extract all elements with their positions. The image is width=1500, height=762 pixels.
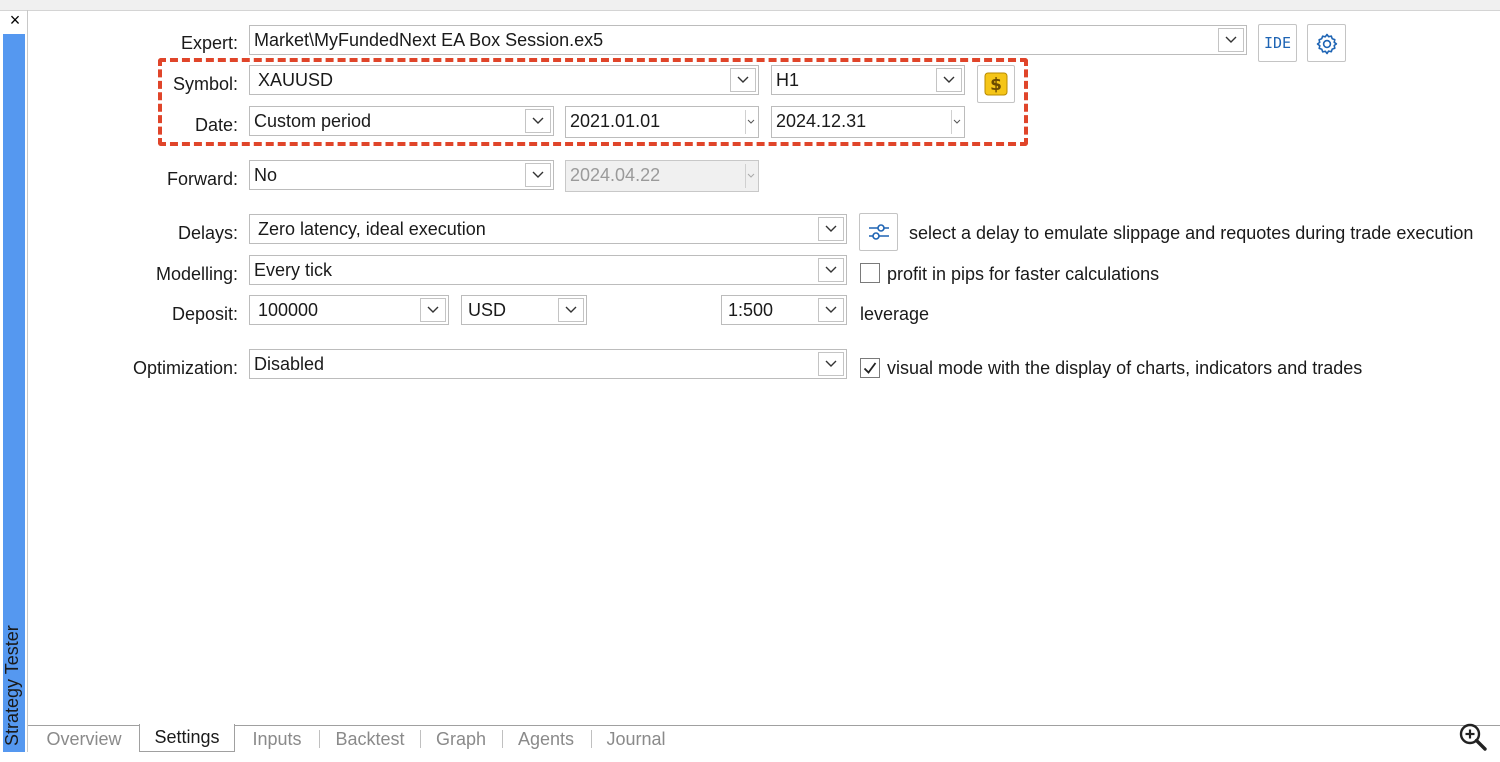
visual-mode-label: visual mode with the display of charts, … bbox=[887, 358, 1363, 378]
chevron-down-icon[interactable] bbox=[818, 258, 844, 282]
date-picker-chevron-icon bbox=[745, 164, 756, 188]
profit-pips-checkbox[interactable] bbox=[860, 263, 880, 283]
currency-value: USD bbox=[468, 300, 507, 320]
modelling-value: Every tick bbox=[254, 260, 333, 280]
tab-separator bbox=[420, 730, 421, 748]
delays-value: Zero latency, ideal execution bbox=[258, 219, 486, 239]
zoom-in-icon[interactable] bbox=[1458, 722, 1488, 752]
leverage-select[interactable]: 1:500 bbox=[721, 295, 847, 325]
sliders-icon bbox=[869, 224, 889, 240]
ide-label: IDE bbox=[1263, 34, 1292, 52]
expert-value: Market\MyFundedNext EA Box Session.ex5 bbox=[254, 30, 604, 50]
chevron-down-icon[interactable] bbox=[420, 298, 446, 322]
side-panel-title: Strategy Tester bbox=[2, 625, 22, 746]
delays-label: Delays: bbox=[177, 223, 238, 243]
forward-label: Forward: bbox=[166, 169, 238, 189]
highlight-annotation bbox=[158, 58, 1028, 146]
checkmark-icon bbox=[863, 362, 877, 374]
leverage-value: 1:500 bbox=[728, 300, 774, 320]
chevron-down-icon[interactable] bbox=[818, 352, 844, 376]
deposit-amount-value: 100000 bbox=[258, 300, 319, 320]
gear-icon bbox=[1316, 33, 1338, 55]
chevron-down-icon[interactable] bbox=[818, 217, 844, 241]
deposit-label: Deposit: bbox=[171, 304, 238, 324]
profit-pips-label: profit in pips for faster calculations bbox=[887, 264, 1160, 284]
expert-settings-button[interactable] bbox=[1307, 24, 1346, 62]
expert-select[interactable]: Market\MyFundedNext EA Box Session.ex5 bbox=[249, 25, 1247, 55]
chevron-down-icon[interactable] bbox=[558, 298, 584, 322]
forward-date-value: 2024.04.22 bbox=[570, 165, 661, 185]
tab-separator bbox=[319, 730, 320, 748]
optimization-select[interactable]: Disabled bbox=[249, 349, 847, 379]
tab-overview[interactable]: Overview bbox=[38, 726, 130, 752]
expert-label: Expert: bbox=[180, 33, 238, 53]
tab-backtest[interactable]: Backtest bbox=[326, 726, 414, 752]
tab-inputs[interactable]: Inputs bbox=[240, 726, 314, 752]
forward-value: No bbox=[254, 165, 278, 185]
tab-separator bbox=[591, 730, 592, 748]
tab-graph[interactable]: Graph bbox=[428, 726, 494, 752]
modelling-label: Modelling: bbox=[155, 264, 238, 284]
tab-separator bbox=[502, 730, 503, 748]
delays-select[interactable]: Zero latency, ideal execution bbox=[249, 214, 847, 244]
delay-settings-button[interactable] bbox=[859, 213, 898, 251]
tab-settings[interactable]: Settings bbox=[139, 724, 235, 752]
optimization-label: Optimization: bbox=[132, 358, 238, 378]
deposit-amount-select[interactable]: 100000 bbox=[249, 295, 449, 325]
optimization-value: Disabled bbox=[254, 354, 325, 374]
side-panel-strip[interactable]: Strategy Tester bbox=[2, 34, 25, 752]
ide-button[interactable]: IDE bbox=[1258, 24, 1297, 62]
close-icon[interactable]: × bbox=[5, 10, 25, 30]
leverage-label: leverage bbox=[860, 304, 930, 324]
currency-select[interactable]: USD bbox=[461, 295, 587, 325]
delays-hint: select a delay to emulate slippage and r… bbox=[909, 223, 1474, 243]
chevron-down-icon[interactable] bbox=[525, 163, 551, 187]
window-top-border bbox=[0, 0, 1500, 11]
tab-journal[interactable]: Journal bbox=[598, 726, 674, 752]
forward-select[interactable]: No bbox=[249, 160, 554, 190]
forward-date-picker: 2024.04.22 bbox=[565, 160, 759, 192]
chevron-down-icon[interactable] bbox=[1218, 28, 1244, 52]
tab-agents[interactable]: Agents bbox=[510, 726, 582, 752]
modelling-select[interactable]: Every tick bbox=[249, 255, 847, 285]
panel-divider bbox=[27, 10, 28, 752]
chevron-down-icon[interactable] bbox=[818, 298, 844, 322]
visual-mode-checkbox[interactable] bbox=[860, 358, 880, 378]
